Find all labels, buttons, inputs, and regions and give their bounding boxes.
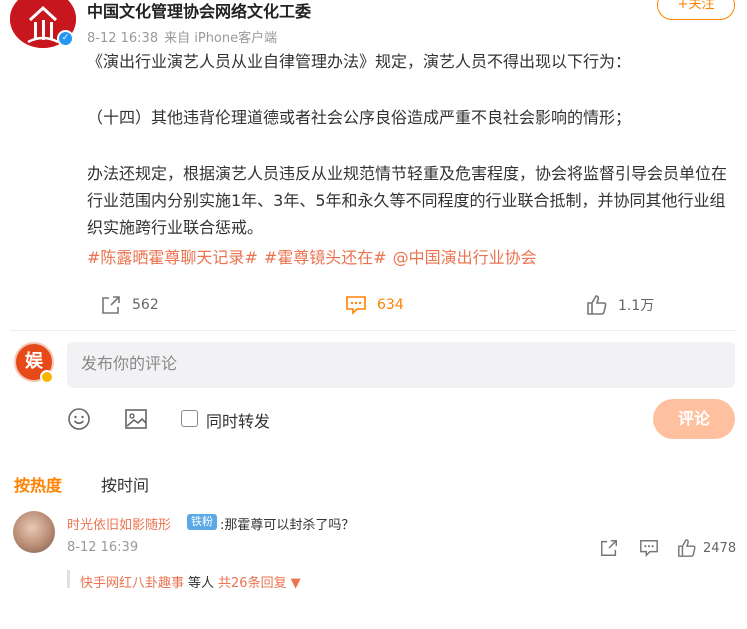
image-icon — [125, 409, 147, 429]
reply-total[interactable]: 共26条回复 — [218, 576, 287, 591]
post-tags: #陈露晒霍尊聊天记录# #霍尊镜头还在# @中国演出行业协会 — [87, 244, 537, 268]
comment-count: 634 — [377, 297, 404, 313]
expand-caret-icon[interactable]: ▼ — [291, 576, 301, 591]
post-meta: 8-12 16:38 来自 iPhone客户端 — [87, 27, 277, 46]
reply-summary[interactable]: 快手网红八卦趣事 等人 共26条回复 ▼ — [80, 572, 301, 591]
share-icon — [601, 540, 617, 556]
comment-time: 8-12 16:39 — [67, 540, 139, 555]
comment-icon — [346, 296, 366, 315]
comment-like-button[interactable]: 2478 — [677, 538, 736, 558]
topic-tag[interactable]: #陈露晒霍尊聊天记录# — [87, 248, 258, 267]
post-time[interactable]: 8-12 16:38 — [87, 31, 158, 46]
commenter-name[interactable]: 时光依旧如影随形 — [67, 514, 171, 533]
post-source: 来自 iPhone客户端 — [164, 31, 278, 46]
repost-label[interactable]: 同时转发 — [206, 408, 270, 432]
reply-bar — [67, 570, 70, 588]
mention-link[interactable]: @中国演出行业协会 — [393, 248, 537, 267]
like-action[interactable]: 1.1万 — [586, 292, 654, 318]
comment-reply-button[interactable] — [639, 538, 659, 558]
comment-text: :那霍尊可以封杀了吗？ — [220, 518, 355, 533]
emoji-button[interactable] — [67, 407, 91, 431]
post-paragraph: 办法还规定，根据演艺人员违反从业规范情节轻重及危害程度，协会将监督引导会员单位在… — [87, 164, 728, 237]
share-action[interactable]: 562 — [100, 292, 159, 318]
repost-checkbox[interactable] — [181, 410, 198, 427]
share-count: 562 — [132, 297, 159, 313]
image-button[interactable] — [124, 407, 148, 431]
comment-share-button[interactable] — [599, 538, 619, 558]
sort-by-time-tab[interactable]: 按时间 — [101, 472, 149, 496]
like-count: 1.1万 — [618, 298, 655, 314]
follow-button[interactable]: +关注 — [657, 0, 735, 20]
user-badge-icon — [40, 370, 54, 384]
submit-comment-button[interactable]: 评论 — [653, 399, 735, 439]
author-name[interactable]: 中国文化管理协会网络文化工委 — [87, 0, 311, 22]
reply-mid-text: 等人 — [188, 576, 215, 591]
comment-input[interactable] — [67, 342, 735, 388]
thumbs-up-icon — [587, 295, 607, 315]
comment-action[interactable]: 634 — [345, 292, 404, 318]
divider — [10, 330, 737, 331]
post-paragraph: （十四）其他违背伦理道德或者社会公序良俗造成严重不良社会影响的情形； — [87, 108, 632, 127]
emoji-icon — [68, 408, 90, 430]
comment-like-count: 2478 — [703, 540, 737, 556]
commenter-avatar[interactable] — [13, 511, 55, 553]
comment-icon — [640, 540, 658, 558]
post-paragraph: 《演出行业演艺人员从业自律管理办法》规定，演艺人员不得出现以下行为： — [87, 52, 632, 71]
verified-badge-icon: ✓ — [57, 30, 74, 47]
share-icon — [102, 296, 120, 314]
fan-badge: 铁粉 — [187, 514, 217, 530]
thumbs-up-icon — [678, 539, 696, 557]
reply-user[interactable]: 快手网红八卦趣事 — [80, 576, 184, 591]
sort-by-hot-tab[interactable]: 按热度 — [14, 472, 62, 496]
topic-tag[interactable]: #霍尊镜头还在# — [264, 248, 387, 267]
